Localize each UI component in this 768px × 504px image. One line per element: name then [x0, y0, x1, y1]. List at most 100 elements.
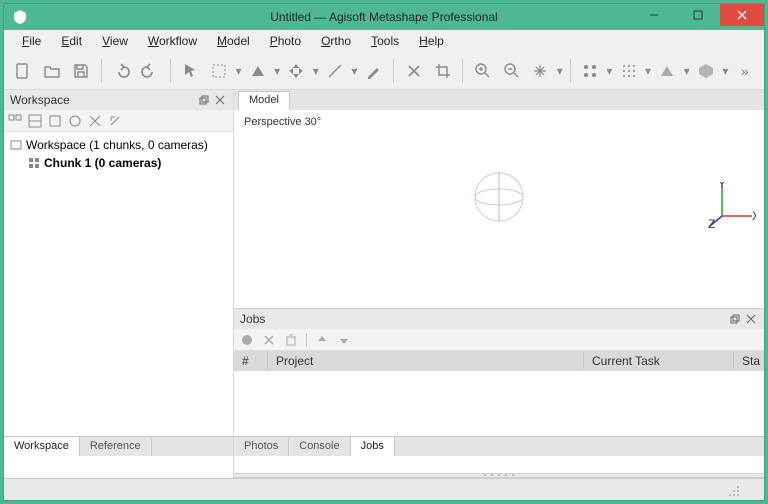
menu-file[interactable]: File — [14, 32, 49, 50]
workspace-tree[interactable]: Workspace (1 chunks, 0 cameras) Chunk 1 … — [4, 132, 233, 478]
jobs-table-header: # Project Current Task Sta — [234, 351, 764, 371]
down-icon[interactable] — [337, 333, 351, 347]
redo-icon[interactable] — [137, 57, 164, 85]
main-toolbar: ▾ ▾ ▾ ▾ ▾ ▾ ▾ ▾ ▾ » — [4, 52, 764, 90]
new-icon[interactable] — [10, 57, 37, 85]
undock-icon[interactable] — [197, 93, 211, 107]
crop-icon[interactable] — [429, 57, 456, 85]
col-project[interactable]: Project — [268, 351, 584, 371]
grid-icon[interactable] — [577, 57, 604, 85]
col-num[interactable]: # — [234, 351, 268, 371]
ws-tool-icon[interactable] — [8, 114, 22, 128]
app-window: Untitled — Agisoft Metashape Professiona… — [3, 3, 765, 501]
close-button[interactable] — [720, 4, 764, 26]
chevron-down-icon[interactable]: ▾ — [235, 64, 243, 78]
tab-model[interactable]: Model — [238, 91, 290, 110]
ws-tool-icon[interactable] — [88, 114, 102, 128]
maximize-button[interactable] — [676, 4, 720, 26]
pointer-icon[interactable] — [177, 57, 204, 85]
chunk-icon — [28, 157, 40, 169]
close-panel-icon[interactable] — [744, 312, 758, 326]
ws-tool-icon[interactable] — [68, 114, 82, 128]
right-bottom-tabs: Photos Console Jobs — [234, 436, 764, 456]
col-status[interactable]: Sta — [734, 351, 764, 371]
tab-reference[interactable]: Reference — [80, 437, 152, 456]
chevron-down-icon[interactable]: ▾ — [683, 64, 691, 78]
workspace-toolbar — [4, 110, 233, 132]
measure-icon[interactable] — [322, 57, 349, 85]
open-icon[interactable] — [39, 57, 66, 85]
delete-icon[interactable] — [400, 57, 427, 85]
rect-select-icon[interactable] — [206, 57, 233, 85]
overflow-icon[interactable]: » — [731, 57, 758, 85]
ws-tool-icon[interactable] — [48, 114, 62, 128]
chevron-down-icon[interactable]: ▾ — [312, 64, 320, 78]
svg-text:Y: Y — [718, 182, 726, 191]
chevron-down-icon[interactable]: ▾ — [273, 64, 281, 78]
tab-photos[interactable]: Photos — [234, 437, 289, 456]
jobs-title: Jobs — [240, 312, 265, 326]
viewport[interactable]: Perspective 30° X Y Z — [234, 110, 764, 308]
statusbar — [4, 478, 764, 500]
ws-tool-icon[interactable] — [28, 114, 42, 128]
jobs-table-body — [234, 371, 764, 473]
record-icon[interactable] — [240, 333, 254, 347]
minimize-button[interactable] — [632, 4, 676, 26]
tab-jobs[interactable]: Jobs — [351, 437, 395, 456]
dense-icon[interactable] — [615, 57, 642, 85]
tab-console[interactable]: Console — [289, 437, 350, 456]
undo-icon[interactable] — [108, 57, 135, 85]
chevron-down-icon[interactable]: ▾ — [722, 64, 730, 78]
right-pane: Model Perspective 30° X Y — [234, 90, 764, 478]
workspace-title: Workspace — [10, 93, 70, 107]
close-panel-icon[interactable] — [213, 93, 227, 107]
perspective-label: Perspective 30° — [244, 116, 321, 128]
tab-workspace[interactable]: Workspace — [4, 437, 80, 456]
up-icon[interactable] — [315, 333, 329, 347]
titlebar: Untitled — Agisoft Metashape Professiona… — [4, 4, 764, 30]
menu-workflow[interactable]: Workflow — [140, 32, 205, 50]
origin-gizmo — [471, 169, 527, 225]
folder-icon — [10, 139, 22, 151]
chevron-down-icon[interactable]: ▾ — [556, 64, 564, 78]
trash-icon[interactable] — [284, 333, 298, 347]
tree-root[interactable]: Workspace (1 chunks, 0 cameras) — [10, 136, 227, 154]
jobs-toolbar — [234, 329, 764, 351]
shape-tool-icon[interactable] — [244, 57, 271, 85]
left-bottom-tabs: Workspace Reference — [4, 436, 234, 456]
window-title: Untitled — Agisoft Metashape Professiona… — [270, 10, 497, 24]
menu-photo[interactable]: Photo — [262, 32, 309, 50]
mesh-icon[interactable] — [654, 57, 681, 85]
menu-edit[interactable]: Edit — [53, 32, 90, 50]
chevron-down-icon[interactable]: ▾ — [606, 64, 614, 78]
zoom-out-icon[interactable] — [498, 57, 525, 85]
menu-tools[interactable]: Tools — [363, 32, 407, 50]
workspace-header: Workspace — [4, 90, 233, 110]
workspace-panel: Workspace Workspace (1 chunks, 0 cameras… — [4, 90, 234, 478]
menu-ortho[interactable]: Ortho — [313, 32, 359, 50]
menu-view[interactable]: View — [94, 32, 136, 50]
menubar: File Edit View Workflow Model Photo Orth… — [4, 30, 764, 52]
viewport-tabs: Model — [234, 90, 764, 110]
cancel-icon[interactable] — [262, 333, 276, 347]
menu-help[interactable]: Help — [411, 32, 452, 50]
chevron-down-icon[interactable]: ▾ — [644, 64, 652, 78]
tree-chunk[interactable]: Chunk 1 (0 cameras) — [10, 154, 227, 172]
transform-icon[interactable] — [283, 57, 310, 85]
undock-icon[interactable] — [728, 312, 742, 326]
fit-icon[interactable] — [527, 57, 554, 85]
save-icon[interactable] — [68, 57, 95, 85]
draw-icon[interactable] — [360, 57, 387, 85]
menu-model[interactable]: Model — [209, 32, 258, 50]
col-task[interactable]: Current Task — [584, 351, 734, 371]
ws-tool-icon[interactable] — [108, 114, 122, 128]
jobs-header: Jobs — [234, 309, 764, 329]
axes-gizmo: X Y Z — [708, 182, 756, 230]
texture-icon[interactable] — [693, 57, 720, 85]
app-icon — [12, 9, 28, 25]
svg-text:X: X — [752, 209, 756, 223]
resize-grip-icon[interactable] — [728, 485, 740, 497]
tree-root-label: Workspace (1 chunks, 0 cameras) — [26, 138, 208, 152]
chevron-down-icon[interactable]: ▾ — [351, 64, 359, 78]
zoom-in-icon[interactable] — [469, 57, 496, 85]
